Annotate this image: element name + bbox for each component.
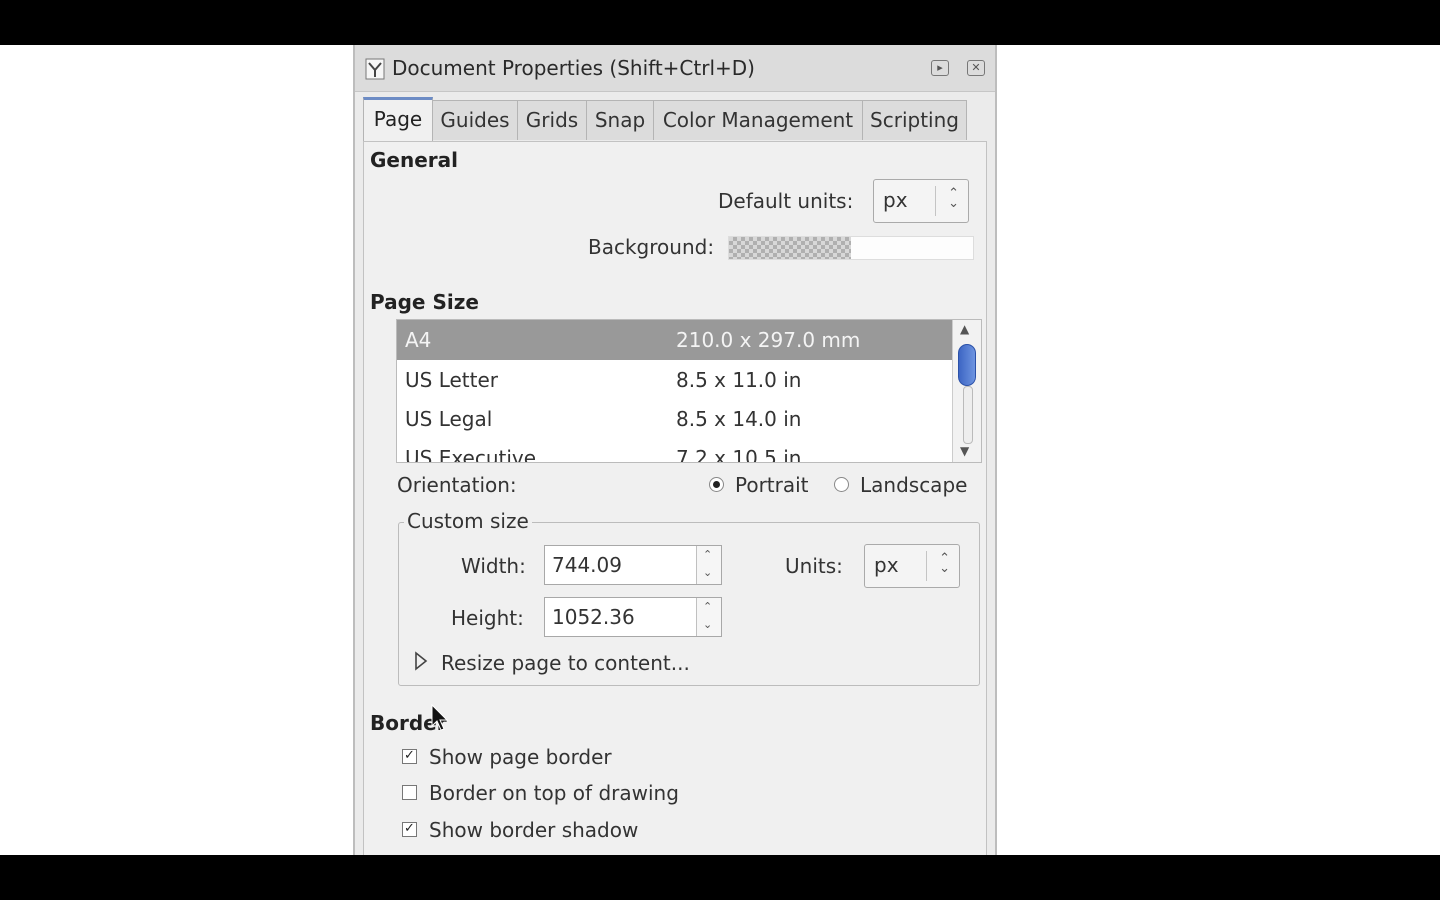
default-units-value: px [883, 188, 908, 212]
tab-color-management[interactable]: Color Management [653, 100, 863, 140]
page-dimensions: 210.0 x 297.0 mm [676, 328, 861, 352]
width-spinbox[interactable]: 744.09 ⌃ ⌄ [544, 545, 722, 585]
resize-page-to-content-expander[interactable]: Resize page to content... [441, 651, 690, 675]
tab-grids[interactable]: Grids [517, 100, 587, 140]
show-page-border-label[interactable]: Show page border [429, 745, 612, 769]
orientation-label: Orientation: [397, 473, 517, 497]
detach-icon[interactable]: ▸ [931, 60, 949, 76]
scroll-up-icon[interactable]: ▲ [960, 322, 969, 336]
combo-separator [935, 186, 936, 216]
page-size-list[interactable]: A4 210.0 x 297.0 mm US Letter 8.5 x 11.0… [396, 319, 982, 463]
page-name: US Executive [405, 446, 537, 463]
combo-separator [926, 551, 927, 581]
updown-arrow-icon: ⌃ ⌄ [948, 186, 959, 211]
page-dimensions: 7.2 x 10.5 in [676, 446, 802, 463]
width-value: 744.09 [552, 553, 622, 577]
width-spin-buttons[interactable]: ⌃ ⌄ [696, 546, 721, 584]
updown-arrow-icon: ⌃ ⌄ [939, 551, 950, 576]
units-label: Units: [785, 554, 843, 578]
general-heading: General [370, 148, 458, 172]
units-value: px [874, 553, 899, 577]
scroll-thumb[interactable] [958, 344, 976, 386]
background-color-button[interactable] [728, 236, 974, 260]
tab-page[interactable]: Page [363, 97, 433, 141]
spin-up-icon[interactable]: ⌃ [703, 600, 712, 613]
spin-down-icon[interactable]: ⌄ [703, 618, 712, 631]
border-on-top-label[interactable]: Border on top of drawing [429, 781, 679, 805]
default-units-select[interactable]: px ⌃ ⌄ [873, 179, 969, 223]
list-item[interactable]: US Letter 8.5 x 11.0 in [397, 360, 953, 400]
screen: Document Properties (Shift+Ctrl+D) ▸ ✕ P… [0, 45, 1440, 855]
spin-down-icon[interactable]: ⌄ [703, 566, 712, 579]
show-page-border-checkbox[interactable]: ✓ [402, 749, 417, 764]
tab-scripting[interactable]: Scripting [862, 100, 967, 140]
checkerboard-swatch [729, 237, 851, 259]
scroll-track [963, 386, 973, 444]
height-value: 1052.36 [552, 605, 635, 629]
height-spinbox[interactable]: 1052.36 ⌃ ⌄ [544, 597, 722, 637]
spin-up-icon[interactable]: ⌃ [703, 548, 712, 561]
portrait-label[interactable]: Portrait [735, 473, 809, 497]
height-spin-buttons[interactable]: ⌃ ⌄ [696, 598, 721, 636]
list-item[interactable]: US Executive 7.2 x 10.5 in [397, 438, 953, 463]
tab-snap[interactable]: Snap [586, 100, 654, 140]
default-units-label: Default units: [718, 189, 854, 213]
page-size-heading: Page Size [370, 290, 479, 314]
mouse-cursor-icon [431, 704, 449, 731]
inkscape-app-icon [365, 58, 385, 80]
custom-size-legend: Custom size [404, 509, 532, 533]
page-dimensions: 8.5 x 11.0 in [676, 368, 802, 392]
show-border-shadow-checkbox[interactable]: ✓ [402, 822, 417, 837]
list-item[interactable]: US Legal 8.5 x 14.0 in [397, 399, 953, 439]
background-label: Background: [588, 235, 715, 259]
page-name: US Legal [405, 407, 493, 431]
portrait-radio[interactable] [709, 477, 724, 492]
close-icon[interactable]: ✕ [967, 60, 985, 76]
units-select[interactable]: px ⌃ ⌄ [864, 544, 960, 588]
tab-guides[interactable]: Guides [432, 100, 518, 140]
list-scrollbar[interactable]: ▲ ▼ [952, 320, 981, 462]
page-name: US Letter [405, 368, 498, 392]
page-name: A4 [405, 328, 432, 352]
landscape-label[interactable]: Landscape [860, 473, 967, 497]
page-dimensions: 8.5 x 14.0 in [676, 407, 802, 431]
landscape-radio[interactable] [834, 477, 849, 492]
show-border-shadow-label[interactable]: Show border shadow [429, 818, 638, 842]
border-on-top-checkbox[interactable] [402, 785, 417, 800]
height-label: Height: [451, 606, 524, 630]
titlebar: Document Properties (Shift+Ctrl+D) ▸ ✕ [355, 45, 995, 92]
width-label: Width: [461, 554, 526, 578]
scroll-down-icon[interactable]: ▼ [960, 444, 969, 458]
expander-arrow-icon[interactable] [414, 651, 428, 671]
list-item[interactable]: A4 210.0 x 297.0 mm [397, 320, 953, 360]
window-title: Document Properties (Shift+Ctrl+D) [392, 56, 755, 80]
